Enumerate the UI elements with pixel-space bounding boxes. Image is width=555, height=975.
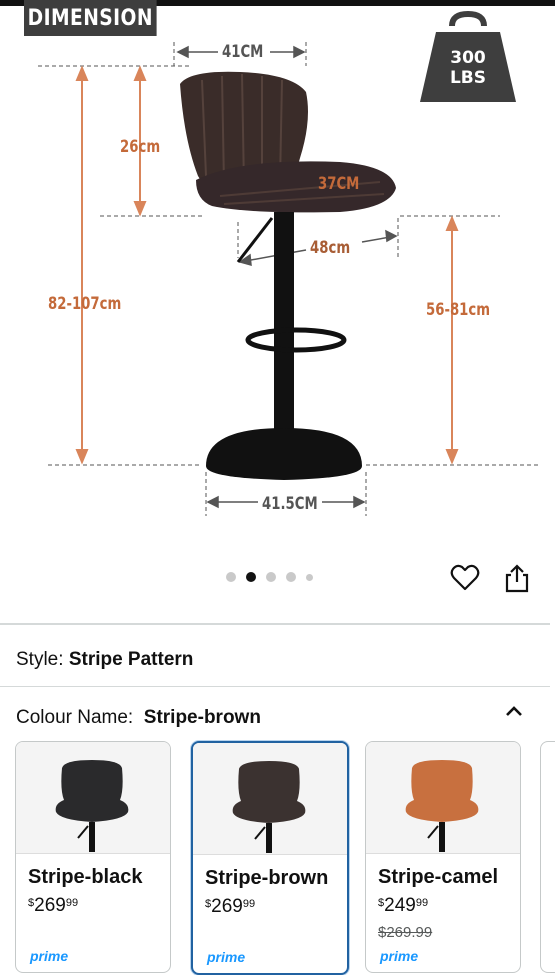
colour-value: Stripe-brown	[143, 707, 261, 728]
variant-price: $26999	[205, 896, 256, 917]
gallery-dot[interactable]	[306, 573, 313, 581]
gallery-pagination	[226, 572, 313, 582]
style-label: Style:	[16, 649, 64, 670]
heart-icon[interactable]	[450, 563, 480, 593]
divider	[0, 623, 550, 625]
variant-old-price: $269.99	[378, 924, 433, 941]
variant-thumbnail	[16, 742, 170, 854]
dimension-banner: DIMENSION	[24, 0, 157, 36]
variant-price: $24999	[378, 895, 429, 916]
colour-row[interactable]: Colour Name: Stripe-brown	[16, 707, 261, 729]
variant-name: Stripe-black	[28, 866, 143, 888]
variant-thumbnail	[193, 743, 347, 855]
style-row: Style: Stripe Pattern	[16, 649, 193, 671]
variant-name: Stripe-brown	[205, 867, 329, 889]
back-height-label: 26cm	[120, 137, 161, 157]
variant-card-0[interactable]: Stripe-black $26999 prime	[15, 741, 171, 973]
variant-name: Stripe-camel	[378, 866, 499, 888]
total-height-label: 82-107cm	[48, 294, 122, 314]
weight-capacity-badge: 300 LBS	[449, 48, 487, 88]
variant-card-2[interactable]: Stripe-camel $24999 $269.99 prime	[365, 741, 521, 973]
prime-badge: prime	[30, 948, 69, 964]
seat-depth-label: 37CM	[318, 174, 360, 194]
variant-thumbnail	[366, 742, 520, 854]
variant-price: $26999	[28, 895, 79, 916]
prime-badge: prime	[207, 949, 246, 965]
style-value: Stripe Pattern	[68, 649, 194, 670]
seat-width-label: 41CM	[222, 42, 264, 62]
variant-card-partial[interactable]	[540, 741, 555, 973]
gallery-dot[interactable]	[266, 572, 276, 582]
gallery-dot-active[interactable]	[246, 572, 256, 582]
divider	[0, 686, 550, 687]
prime-badge: prime	[380, 948, 419, 964]
seat-span-label: 48cm	[310, 238, 351, 258]
variant-card-1[interactable]: Stripe-brown $26999 prime	[191, 741, 349, 975]
chevron-up-icon[interactable]	[502, 702, 526, 720]
colour-label: Colour Name:	[16, 707, 134, 728]
share-icon[interactable]	[503, 563, 531, 593]
gallery-dot[interactable]	[226, 572, 236, 582]
seat-height-label: 56-81cm	[426, 300, 491, 320]
base-width-label: 41.5CM	[262, 494, 318, 514]
gallery-dot[interactable]	[286, 572, 296, 582]
